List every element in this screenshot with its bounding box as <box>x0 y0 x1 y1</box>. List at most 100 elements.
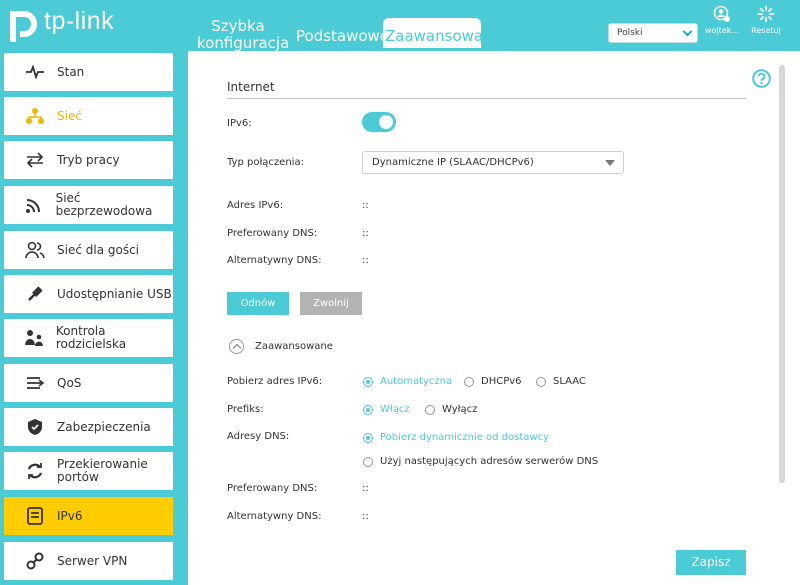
alternate-dns-label: Alternatywny DNS: <box>227 255 322 266</box>
ipv6-icon <box>24 505 46 527</box>
wireless-icon <box>24 194 45 216</box>
radio-label: Automatyczna <box>380 376 453 387</box>
sidebar-item-vpn-server[interactable]: Serwer VPN <box>4 542 173 580</box>
get-address-label: Pobierz adres IPv6: <box>227 376 323 387</box>
tab-basic[interactable]: Podstawowe <box>296 27 389 45</box>
alternate-dns-value: :: <box>362 255 369 266</box>
radio-dot <box>363 456 373 467</box>
network-icon <box>24 105 46 127</box>
tp-link-logo: tp-link <box>4 4 114 44</box>
radio-label: Włącz <box>380 404 410 415</box>
tab-quick-setup[interactable]: Szybka konfiguracja <box>197 17 289 52</box>
adv-preferred-dns-value: :: <box>362 483 369 494</box>
reset-label: Resetuj <box>751 26 781 35</box>
guests-icon <box>24 239 46 261</box>
adv-alternate-dns-value: :: <box>362 511 369 522</box>
language-value: Polski <box>617 28 643 38</box>
ipv6-address-value: :: <box>362 200 369 211</box>
vpn-icon <box>24 550 46 572</box>
sidebar-item-guest-network[interactable]: Sieć dla gości <box>4 231 173 269</box>
advanced-label: Zaawansowane <box>255 341 333 352</box>
radio-slaac[interactable]: SLAAC <box>536 376 586 387</box>
sidebar-item-label: Udostępnianie USB <box>57 286 172 301</box>
logo-text: tp-link <box>44 6 115 35</box>
sidebar-item-usb-sharing[interactable]: Udostępnianie USB <box>4 275 173 313</box>
radio-dot <box>363 376 373 387</box>
usb-icon <box>24 283 46 305</box>
radio-dot <box>425 404 435 415</box>
preferred-dns-value: :: <box>362 228 369 239</box>
connection-type-select[interactable]: Dynamiczne IP (SLAAC/DHCPv6) <box>362 151 624 174</box>
renew-button[interactable]: Odnów <box>227 292 289 315</box>
sidebar-item-security[interactable]: Zabezpieczenia <box>4 408 173 446</box>
section-divider <box>227 98 746 99</box>
sidebar-item-label: QoS <box>57 375 82 390</box>
sidebar-item-label: Tryb pracy <box>57 152 120 167</box>
radio-label: DHCPv6 <box>481 376 522 387</box>
adv-preferred-dns-label: Preferowany DNS: <box>227 483 318 494</box>
sidebar-item-label: Sieć <box>57 108 82 123</box>
section-title: Internet <box>227 80 275 94</box>
sidebar-item-parental-controls[interactable]: Kontrola rodzicielska <box>4 319 173 357</box>
scrollbar[interactable] <box>779 65 785 483</box>
language-select[interactable]: Polski <box>608 23 698 43</box>
user-settings-icon <box>713 5 730 22</box>
sidebar-item-label: Zabezpieczenia <box>57 419 151 434</box>
sidebar-item-qos[interactable]: QoS <box>4 364 173 402</box>
tab-quick-setup-line2: konfiguracja <box>197 34 290 52</box>
forward-icon <box>24 460 46 482</box>
advanced-toggle[interactable]: Zaawansowane <box>229 339 333 354</box>
ipv6-label: IPv6: <box>227 118 252 129</box>
sidebar-item-label: Przekierowanie portów <box>57 458 148 484</box>
dropdown-arrow-icon <box>605 160 615 166</box>
ipv6-address-label: Adres IPv6: <box>227 200 284 211</box>
radio-label: Pobierz dynamicznie od dostawcy <box>380 432 550 443</box>
sidebar-item-label: IPv6 <box>57 508 83 523</box>
tab-advanced[interactable]: Zaawansowane <box>383 18 502 48</box>
radio-dot <box>464 376 474 387</box>
chevron-down-icon <box>682 26 693 37</box>
radio-dot <box>363 404 373 415</box>
connection-type-label: Typ połączenia: <box>227 157 304 168</box>
reset-button[interactable]: Resetuj <box>746 5 786 35</box>
radio-prefix-enable[interactable]: Włącz <box>363 404 410 415</box>
sidebar-item-label: Sieć bezprzewodowa <box>55 191 153 218</box>
port-forwarding-line2: portów <box>57 470 99 484</box>
shield-icon <box>24 416 46 438</box>
radio-dhcpv6[interactable]: DHCPv6 <box>464 376 522 387</box>
logo-icon <box>10 11 37 42</box>
tab-quick-setup-line1: Szybka <box>211 17 265 35</box>
sidebar-item-label: Sieć dla gości <box>57 242 140 257</box>
port-forwarding-line1: Przekierowanie <box>57 457 148 471</box>
user-button[interactable]: wojtek... <box>702 5 742 35</box>
sidebar-item-operation-mode[interactable]: Tryb pracy <box>4 141 173 179</box>
swap-icon <box>24 149 46 171</box>
help-icon[interactable] <box>752 69 771 88</box>
adv-alternate-dns-label: Alternatywny DNS: <box>227 511 322 522</box>
sidebar-item-port-forwarding[interactable]: Przekierowanie portów <box>4 452 173 490</box>
preferred-dns-label: Preferowany DNS: <box>227 228 318 239</box>
sidebar-item-ipv6[interactable]: IPv6 <box>4 497 173 535</box>
radio-prefix-disable[interactable]: Wyłącz <box>425 404 477 415</box>
ipv6-toggle[interactable] <box>362 112 396 132</box>
save-button[interactable]: Zapisz <box>676 550 746 575</box>
main-panel <box>188 51 800 585</box>
radio-label: Wyłącz <box>442 404 478 415</box>
qos-icon <box>24 372 46 394</box>
family-icon <box>24 327 45 349</box>
sidebar-item-status[interactable]: Stan <box>4 53 173 91</box>
chevron-up-icon <box>229 339 244 354</box>
dns-addresses-label: Adresy DNS: <box>227 431 290 442</box>
user-label: wojtek... <box>705 26 739 35</box>
radio-label: SLAAC <box>553 376 586 387</box>
release-button[interactable]: Zwolnij <box>300 292 362 315</box>
radio-label: Użyj następujących adresów serwerów DNS <box>380 456 599 467</box>
radio-dot <box>536 376 546 387</box>
radio-dns-dynamic[interactable]: Pobierz dynamicznie od dostawcy <box>363 432 549 443</box>
sidebar-item-wireless[interactable]: Sieć bezprzewodowa <box>4 186 173 224</box>
prefix-label: Prefiks: <box>227 404 264 415</box>
radio-automatic[interactable]: Automatyczna <box>363 376 452 387</box>
sidebar-item-network[interactable]: Sieć <box>4 97 173 135</box>
radio-dns-manual[interactable]: Użyj następujących adresów serwerów DNS <box>363 456 598 467</box>
sidebar-item-label: Kontrola rodzicielska <box>55 324 127 351</box>
